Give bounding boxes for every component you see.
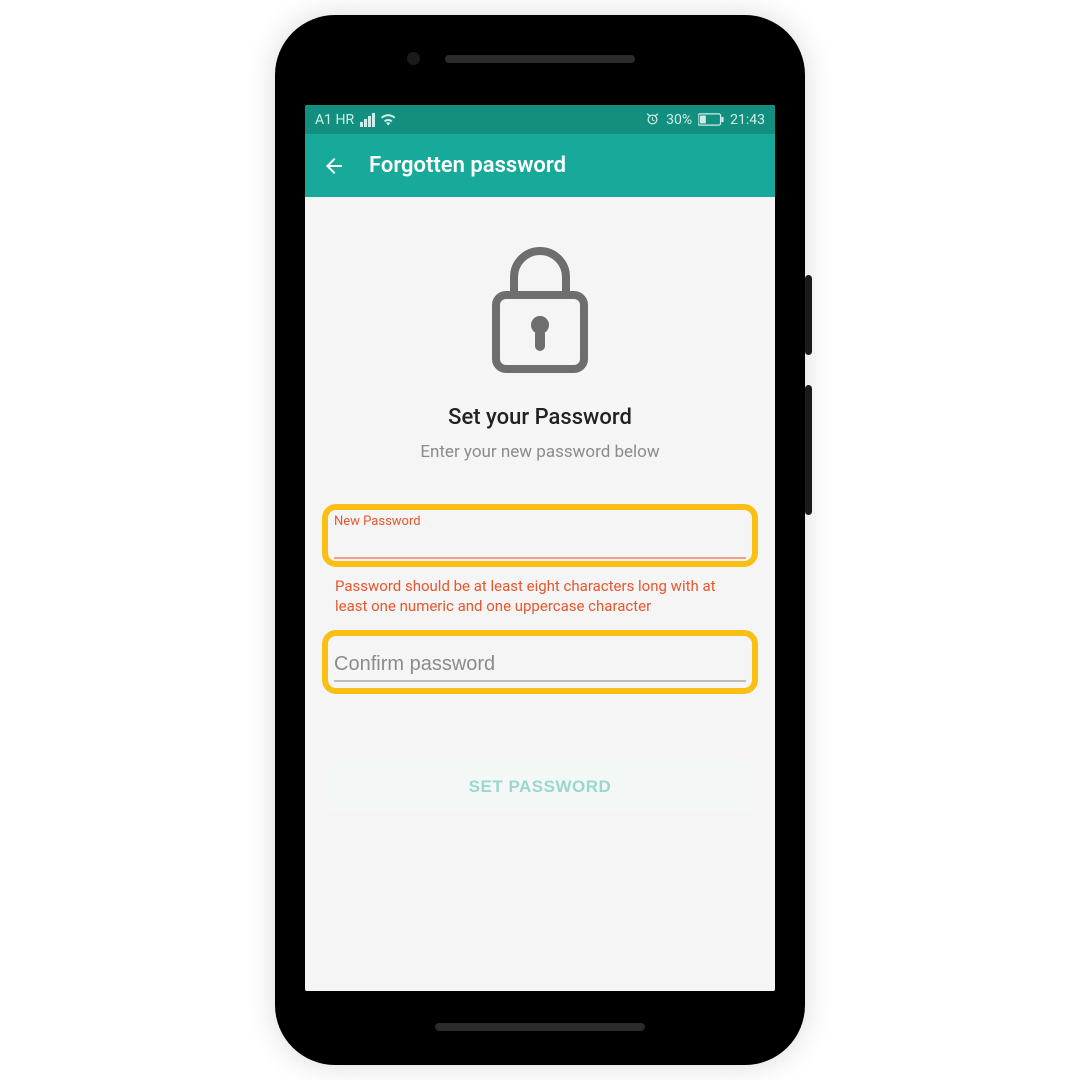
- subheading: Enter your new password below: [420, 442, 659, 462]
- confirm-password-field-highlight: [322, 630, 758, 694]
- power-button: [805, 275, 812, 355]
- battery-pct-label: 30%: [666, 112, 692, 128]
- status-bar: A1 HR 30% 21:43: [305, 105, 775, 134]
- wifi-icon: [381, 113, 397, 126]
- password-error-text: Password should be at least eight charac…: [335, 577, 745, 616]
- new-password-field-highlight: New Password: [322, 504, 758, 567]
- new-password-label: New Password: [334, 514, 746, 529]
- confirm-password-input[interactable]: [334, 653, 746, 676]
- main-content: Set your Password Enter your new passwor…: [305, 197, 775, 812]
- clock-label: 21:43: [730, 112, 765, 128]
- page-title: Forgotten password: [369, 153, 566, 178]
- arrow-left-icon: [322, 154, 346, 178]
- phone-bezel: A1 HR 30% 21:43: [287, 27, 793, 1053]
- volume-button: [805, 385, 812, 515]
- phone-frame: A1 HR 30% 21:43: [275, 15, 805, 1065]
- app-bar: Forgotten password: [305, 134, 775, 197]
- set-password-button[interactable]: SET PASSWORD: [328, 762, 752, 812]
- earpiece: [445, 55, 635, 63]
- new-password-input[interactable]: [334, 532, 746, 555]
- bottom-speaker: [435, 1023, 645, 1031]
- front-camera: [407, 52, 420, 65]
- lock-icon: [484, 237, 596, 377]
- screen: A1 HR 30% 21:43: [305, 105, 775, 991]
- back-button[interactable]: [321, 153, 347, 179]
- carrier-label: A1 HR: [315, 112, 354, 128]
- signal-icon: [360, 113, 375, 127]
- alarm-icon: [645, 112, 660, 127]
- heading: Set your Password: [448, 405, 632, 430]
- battery-icon: [698, 113, 724, 126]
